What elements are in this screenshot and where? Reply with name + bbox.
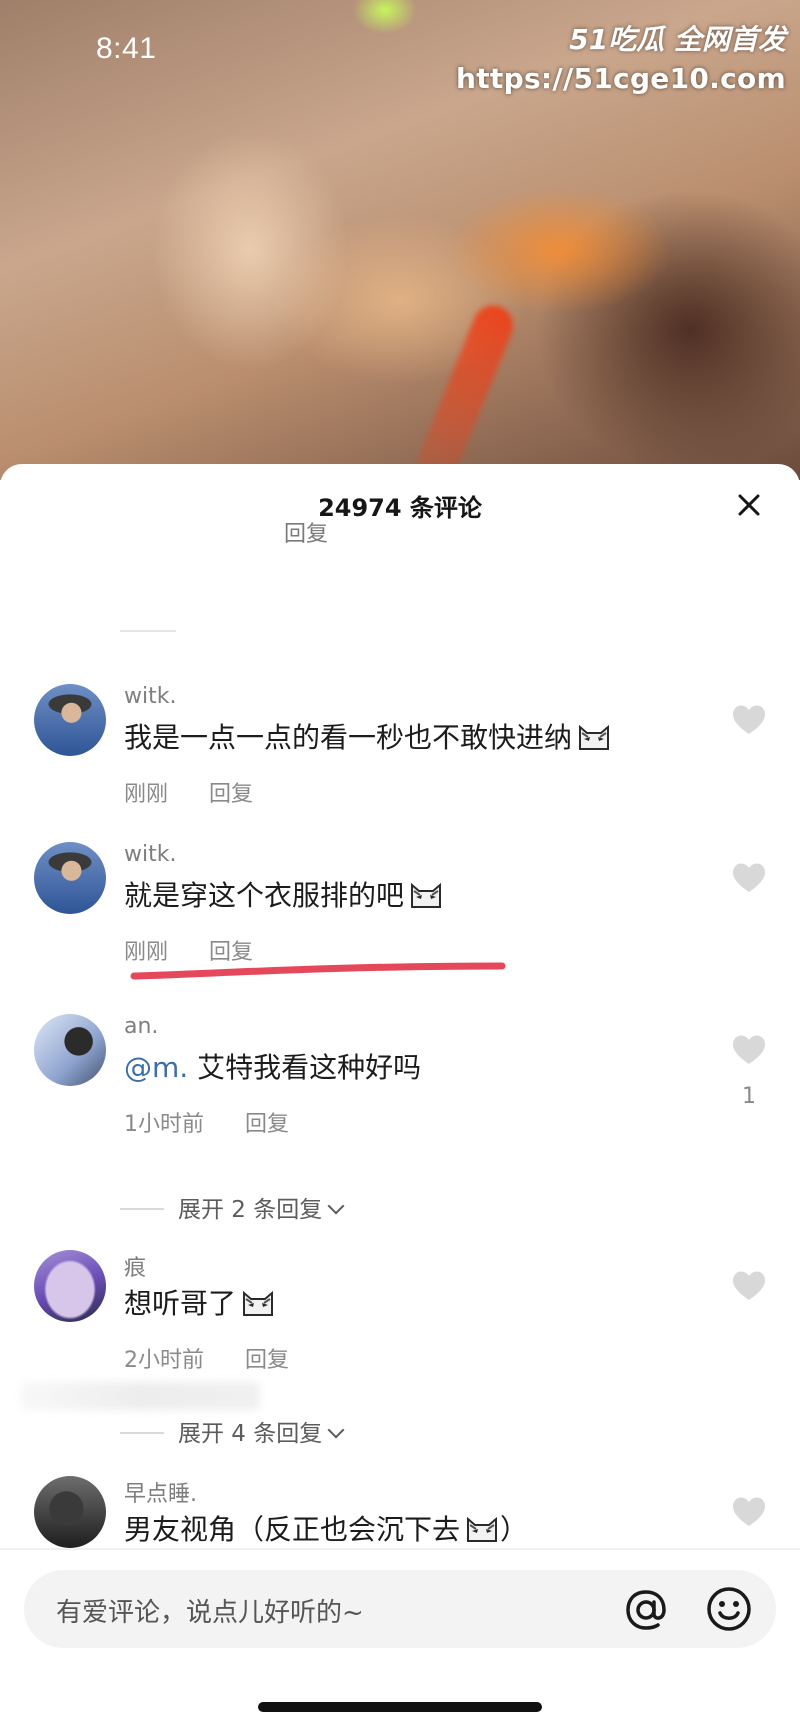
comment-username[interactable]: witk.	[124, 842, 176, 867]
home-indicator[interactable]	[258, 1702, 542, 1712]
comment-time: 刚刚	[124, 782, 169, 807]
comment-input-bar[interactable]: 有爱评论，说点儿好听的~	[24, 1570, 776, 1648]
like-count: 1	[742, 1084, 756, 1109]
cat-emoji	[411, 882, 442, 908]
comment-count-title: 24974 条评论	[318, 494, 482, 522]
reply-button[interactable]: 回复	[245, 1348, 289, 1373]
comment-meta: 刚刚 回复	[124, 776, 253, 808]
comment-text: 就是穿这个衣服排的吧	[124, 874, 444, 914]
reply-button[interactable]: 回复	[245, 1112, 289, 1137]
heart-icon[interactable]	[730, 1268, 768, 1302]
cat-emoji	[467, 1516, 498, 1542]
chevron-down-icon	[327, 1421, 345, 1439]
sheet-header: 24974 条评论	[0, 464, 800, 548]
comment-meta: 2小时前 回复	[124, 1342, 289, 1374]
avatar[interactable]	[34, 1014, 106, 1086]
at-icon[interactable]	[620, 1584, 672, 1636]
comment-meta: 1小时前 回复	[124, 1106, 289, 1138]
avatar[interactable]	[34, 684, 106, 756]
heart-icon[interactable]	[730, 860, 768, 894]
smiley-icon[interactable]	[704, 1584, 754, 1634]
heart-icon[interactable]	[730, 1494, 768, 1528]
comment-text-body: 艾特我看这种好吗	[188, 1051, 422, 1084]
heart-icon[interactable]	[730, 702, 768, 736]
watermark-brand: 51吃瓜 全网首发	[569, 23, 786, 56]
avatar[interactable]	[34, 1476, 106, 1548]
close-icon[interactable]	[734, 490, 764, 520]
divider	[120, 1208, 164, 1210]
expand-replies-button[interactable]: 展开 2 条回复	[120, 1190, 345, 1224]
comment-text-body: 想听哥了	[124, 1287, 237, 1320]
comment-time: 1小时前	[124, 1112, 204, 1137]
avatar[interactable]	[34, 842, 106, 914]
comment-text: 想听哥了	[124, 1282, 276, 1322]
cat-emoji	[579, 724, 610, 750]
blurred-text	[20, 1382, 260, 1410]
highlight-underline	[130, 962, 506, 980]
expand-replies-label: 展开 2 条回复	[178, 1197, 323, 1223]
comment-username[interactable]: an.	[124, 1014, 158, 1039]
comment-text: 男友视角（反正也会沉下去 ）	[124, 1508, 528, 1548]
comment-username[interactable]: 痕	[124, 1250, 146, 1282]
comment-text-body: 就是穿这个衣服排的吧	[124, 879, 405, 912]
comments-sheet: 24974 条评论 回复 witk. 我是一点一点的看一秒也不敢快进纳 刚刚 回…	[0, 464, 800, 1730]
watermark: 51吃瓜 全网首发 https://51cge10.com	[456, 18, 786, 95]
reply-button[interactable]: 回复	[209, 782, 253, 807]
chevron-down-icon	[327, 1197, 345, 1215]
cat-emoji	[243, 1290, 274, 1316]
heart-icon[interactable]	[730, 1032, 768, 1066]
comment-input[interactable]: 有爱评论，说点儿好听的~	[56, 1592, 364, 1629]
comment-username[interactable]: 早点睡.	[124, 1476, 197, 1508]
watermark-url: https://51cge10.com	[456, 62, 786, 95]
comment-time: 2小时前	[124, 1348, 204, 1373]
divider	[120, 630, 176, 632]
comment-text-end: ）	[500, 1513, 529, 1546]
status-time: 8:41	[96, 32, 157, 65]
comment-text-body: 我是一点一点的看一秒也不敢快进纳	[124, 721, 573, 754]
comment-text: @m. 艾特我看这种好吗	[124, 1046, 421, 1086]
expand-replies-label: 展开 4 条回复	[178, 1421, 323, 1447]
comment-text: 我是一点一点的看一秒也不敢快进纳	[124, 716, 612, 756]
expand-replies-button[interactable]: 展开 4 条回复	[120, 1414, 345, 1448]
partial-comment-reply-button[interactable]: 回复	[284, 516, 328, 548]
comment-mention[interactable]: @m.	[124, 1051, 188, 1084]
divider	[0, 1548, 800, 1550]
avatar[interactable]	[34, 1250, 106, 1322]
divider	[120, 1432, 164, 1434]
comment-text-body: 男友视角（反正也会沉下去	[124, 1513, 461, 1546]
comment-username[interactable]: witk.	[124, 684, 176, 709]
